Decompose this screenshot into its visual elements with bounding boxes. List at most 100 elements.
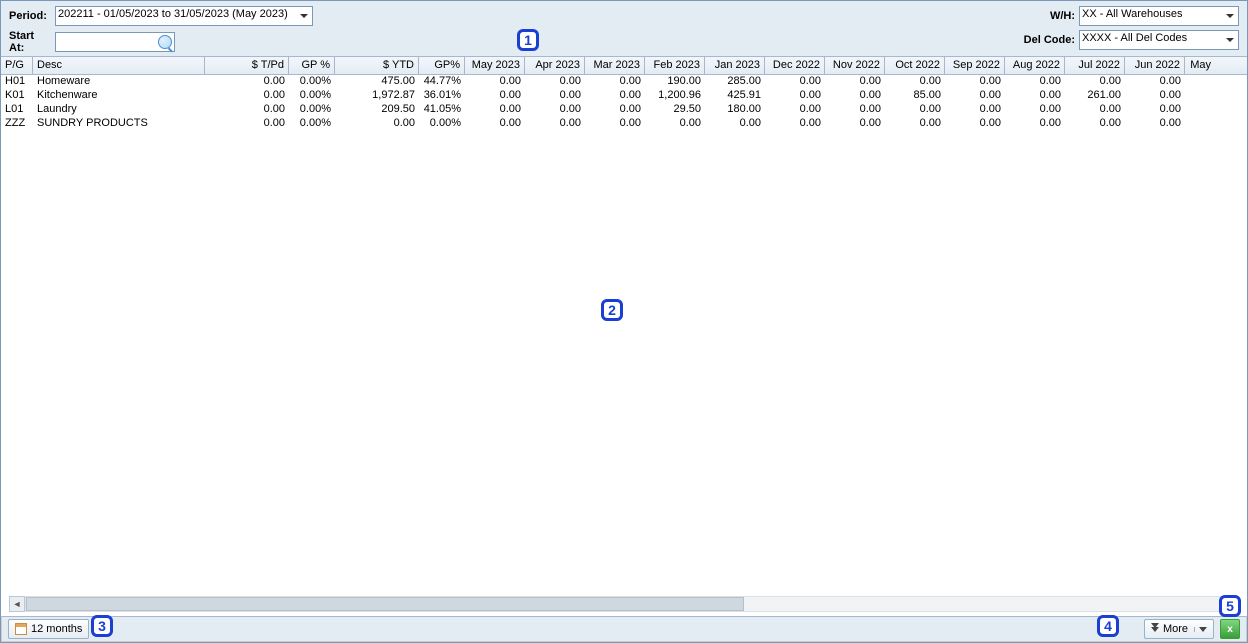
column-header[interactable]: Jan 2023 [705,57,765,74]
cell: 0.00 [825,103,885,117]
scroll-track[interactable] [25,596,1223,612]
cell: ZZZ [1,117,33,131]
del-label: Del Code: [1015,34,1075,46]
cell: 0.00 [585,75,645,89]
cell: 425.91 [705,89,765,103]
column-header[interactable]: Desc [33,57,205,74]
cell: 0.00 [1125,103,1185,117]
cell: 0.00 [705,117,765,131]
cell: 0.00 [335,117,419,131]
period-combo[interactable]: 202211 - 01/05/2023 to 31/05/2023 (May 2… [55,6,313,26]
column-header[interactable]: Feb 2023 [645,57,705,74]
cell: 0.00 [765,117,825,131]
table-row[interactable]: ZZZSUNDRY PRODUCTS0.000.00%0.000.00%0.00… [1,117,1247,131]
scroll-thumb[interactable] [26,597,744,611]
cell: 1,972.87 [335,89,419,103]
annotation-marker-5: 5 [1219,595,1241,617]
cell: Homeware [33,75,205,89]
cell: 0.00% [419,117,465,131]
table-row[interactable]: H01Homeware0.000.00%475.0044.77%0.000.00… [1,75,1247,89]
column-header[interactable]: Sep 2022 [945,57,1005,74]
more-dropdown-arrow[interactable] [1194,627,1207,632]
cell: 0.00 [1005,75,1065,89]
column-header[interactable]: GP % [289,57,335,74]
column-header[interactable]: $ T/Pd [205,57,289,74]
column-header[interactable]: Jul 2022 [1065,57,1125,74]
export-excel-button[interactable]: x [1220,619,1240,639]
cell: H01 [1,75,33,89]
cell: 190.00 [645,75,705,89]
start-at-input[interactable] [60,36,158,48]
warehouse-combo[interactable]: XX - All Warehouses [1079,6,1239,26]
delcode-combo[interactable]: XXXX - All Del Codes [1079,30,1239,50]
cell: 0.00 [465,117,525,131]
cell: 0.00 [1005,89,1065,103]
cell: 0.00 [1005,117,1065,131]
wh-value: XX - All Warehouses [1082,8,1182,20]
column-header[interactable]: Dec 2022 [765,57,825,74]
cell: 0.00 [825,75,885,89]
cell: Laundry [33,103,205,117]
column-header[interactable]: Apr 2023 [525,57,585,74]
column-header[interactable]: P/G [1,57,33,74]
cell: 0.00 [825,117,885,131]
column-header[interactable]: Jun 2022 [1125,57,1185,74]
column-header[interactable]: GP% [419,57,465,74]
cell: 0.00% [289,103,335,117]
column-header[interactable]: May [1185,57,1215,74]
period-value: 202211 - 01/05/2023 to 31/05/2023 (May 2… [58,8,288,20]
cell: 0.00 [465,75,525,89]
months-label: 12 months [31,623,82,635]
column-header[interactable]: May 2023 [465,57,525,74]
chevron-down-icon [1199,627,1207,632]
cell: 0.00% [289,89,335,103]
cell: 0.00 [1125,117,1185,131]
cell: 0.00 [765,75,825,89]
cell: 0.00 [885,103,945,117]
cell: 0.00 [645,117,705,131]
cell: 0.00 [585,117,645,131]
cell [1185,75,1215,89]
column-header[interactable]: Aug 2022 [1005,57,1065,74]
months-button[interactable]: 12 months [8,619,89,639]
annotation-marker-1: 1 [517,29,539,51]
column-header[interactable]: Mar 2023 [585,57,645,74]
excel-icon: x [1227,624,1233,635]
cell: 0.00 [825,89,885,103]
grid-body: H01Homeware0.000.00%475.0044.77%0.000.00… [1,75,1247,131]
cell: L01 [1,103,33,117]
more-button[interactable]: More [1144,619,1214,639]
calendar-icon [15,623,27,635]
cell: 0.00 [945,75,1005,89]
more-label: More [1163,623,1188,635]
cell: 0.00 [1125,75,1185,89]
cell: 29.50 [645,103,705,117]
cell: 0.00 [205,103,289,117]
cell: 0.00 [465,89,525,103]
table-row[interactable]: L01Laundry0.000.00%209.5041.05%0.000.000… [1,103,1247,117]
cell: Kitchenware [33,89,205,103]
column-header[interactable]: $ YTD [335,57,419,74]
scroll-left-arrow[interactable]: ◄ [9,596,25,612]
search-icon[interactable] [158,35,172,49]
data-grid: P/GDesc$ T/PdGP %$ YTDGP%May 2023Apr 202… [1,57,1247,131]
annotation-marker-3: 3 [91,615,113,637]
start-at-field[interactable] [55,32,175,52]
cell: 0.00 [525,89,585,103]
column-header[interactable]: Nov 2022 [825,57,885,74]
table-row[interactable]: K01Kitchenware0.000.00%1,972.8736.01%0.0… [1,89,1247,103]
cell: 0.00 [205,75,289,89]
cell: 209.50 [335,103,419,117]
cell: 1,200.96 [645,89,705,103]
grid-header: P/GDesc$ T/PdGP %$ YTDGP%May 2023Apr 202… [1,57,1247,75]
horizontal-scrollbar[interactable]: ◄ ► [9,596,1239,612]
period-label: Period: [9,10,51,22]
toolbar: Period: 202211 - 01/05/2023 to 31/05/202… [1,1,1247,57]
cell: 0.00 [1065,103,1125,117]
cell: 0.00 [885,75,945,89]
annotation-marker-4: 4 [1097,615,1119,637]
cell: 0.00 [765,103,825,117]
column-header[interactable]: Oct 2022 [885,57,945,74]
cell: 0.00 [205,89,289,103]
cell [1185,117,1215,131]
